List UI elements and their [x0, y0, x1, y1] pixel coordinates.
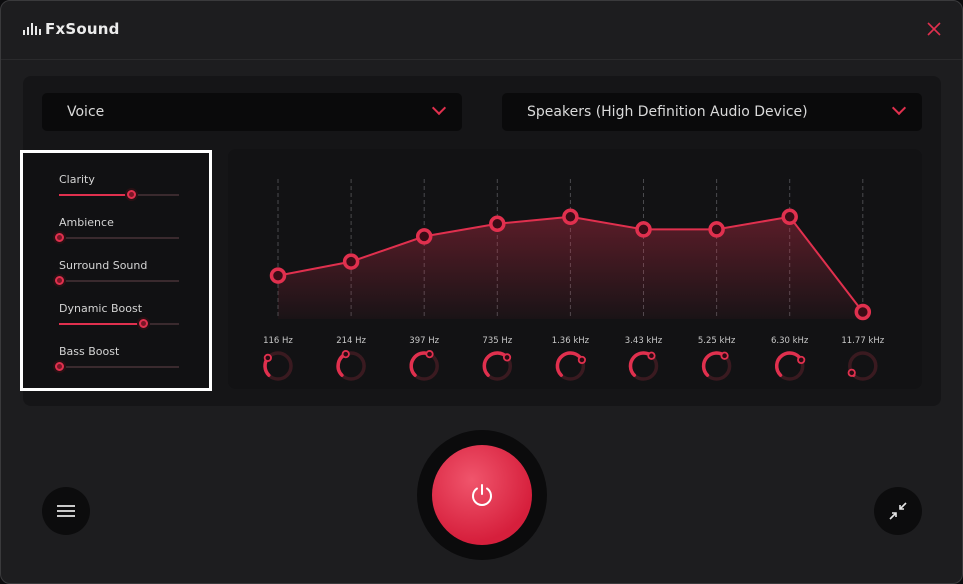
ambience-slider[interactable] — [53, 231, 179, 244]
effects-panel: Clarity Ambience Surround Sound Dynamic … — [20, 150, 212, 391]
output-device-dropdown[interactable]: Speakers (High Definition Audio Device) — [502, 93, 922, 131]
eq-band-handle[interactable] — [342, 253, 360, 270]
slider-handle[interactable] — [53, 231, 66, 244]
equalizer-graph: 116 Hz 214 Hz 397 Hz 735 Hz 1.36 kHz 3.43 kHz… — [263, 179, 885, 381]
surround-sound-slider[interactable] — [53, 274, 179, 287]
dynamic-boost-slider[interactable] — [59, 317, 179, 330]
bass-boost-slider[interactable] — [53, 360, 179, 373]
eq-band-frequency-label: 11.77 kHz — [841, 336, 884, 346]
compact-view-icon — [889, 502, 907, 520]
power-icon — [472, 484, 492, 506]
eq-band-frequency-label: 6.30 kHz — [771, 336, 809, 346]
eq-band-handle[interactable] — [562, 208, 579, 226]
eq-band-knob-handle[interactable] — [797, 355, 806, 365]
eq-band-handle[interactable] — [708, 221, 725, 238]
eq-band-handle[interactable] — [269, 267, 287, 284]
effect-label: Clarity — [59, 173, 95, 186]
effect-label: Ambience — [59, 216, 114, 229]
eq-band-knob-handle[interactable] — [720, 351, 729, 360]
slider-handle[interactable] — [125, 188, 138, 201]
eq-band-frequency-label: 116 Hz — [263, 336, 293, 346]
eq-band-handle[interactable] — [489, 215, 506, 233]
eq-band-knob-handle[interactable] — [847, 368, 856, 377]
chevron-down-icon — [431, 100, 447, 116]
app-window: FxSound Voice Speakers (High Definition … — [0, 0, 963, 584]
eq-band-knob-handle[interactable] — [502, 353, 512, 362]
effect-label: Bass Boost — [59, 345, 120, 358]
menu-icon — [57, 505, 75, 517]
eq-band-frequency-label: 397 Hz — [409, 336, 439, 346]
eq-curve-area — [278, 216, 863, 319]
compact-view-button[interactable] — [874, 487, 922, 535]
eq-band-knob-handle[interactable] — [577, 355, 586, 365]
eq-band-knob-handle[interactable] — [425, 350, 434, 359]
eq-band-handle[interactable] — [635, 221, 652, 238]
eq-band-handle[interactable] — [854, 303, 872, 321]
eq-band-knob-handle[interactable] — [647, 351, 656, 360]
output-device-selected-label: Speakers (High Definition Audio Device) — [527, 104, 808, 120]
slider-handle[interactable] — [137, 317, 150, 330]
chevron-down-icon — [891, 100, 907, 116]
eq-band-handle[interactable] — [415, 228, 433, 245]
slider-fill — [59, 194, 131, 196]
preset-selected-label: Voice — [67, 104, 105, 120]
eq-band-frequency-label: 735 Hz — [482, 336, 512, 346]
eq-band-knob-arc — [555, 351, 584, 377]
eq-band-frequency-label: 214 Hz — [336, 336, 366, 346]
eq-band-frequency-label: 5.25 kHz — [698, 336, 736, 346]
preset-dropdown[interactable]: Voice — [42, 93, 462, 131]
slider-handle[interactable] — [53, 274, 66, 287]
eq-band-frequency-label: 3.43 kHz — [625, 336, 663, 346]
close-button[interactable] — [924, 19, 944, 39]
effect-label: Surround Sound — [59, 259, 148, 272]
clarity-slider[interactable] — [59, 188, 179, 201]
slider-handle[interactable] — [53, 360, 66, 373]
eq-band-knob-handle[interactable] — [263, 353, 272, 362]
eq-band-frequency-label: 1.36 kHz — [552, 336, 590, 346]
menu-button[interactable] — [42, 487, 90, 535]
title-bar: FxSound — [1, 1, 962, 60]
eq-band-knob-handle[interactable] — [341, 350, 350, 359]
effect-label: Dynamic Boost — [59, 302, 143, 315]
slider-fill — [59, 323, 143, 325]
eq-band-handle[interactable] — [781, 208, 798, 226]
app-logo: FxSound — [23, 20, 120, 38]
power-button[interactable] — [432, 445, 532, 545]
app-title: FxSound — [45, 20, 120, 38]
eq-band-knob-arc — [775, 351, 803, 377]
logo-bars-icon — [23, 23, 41, 35]
equalizer-panel: 116 Hz 214 Hz 397 Hz 735 Hz 1.36 kHz 3.43 kHz… — [228, 149, 922, 389]
close-icon — [927, 22, 941, 36]
